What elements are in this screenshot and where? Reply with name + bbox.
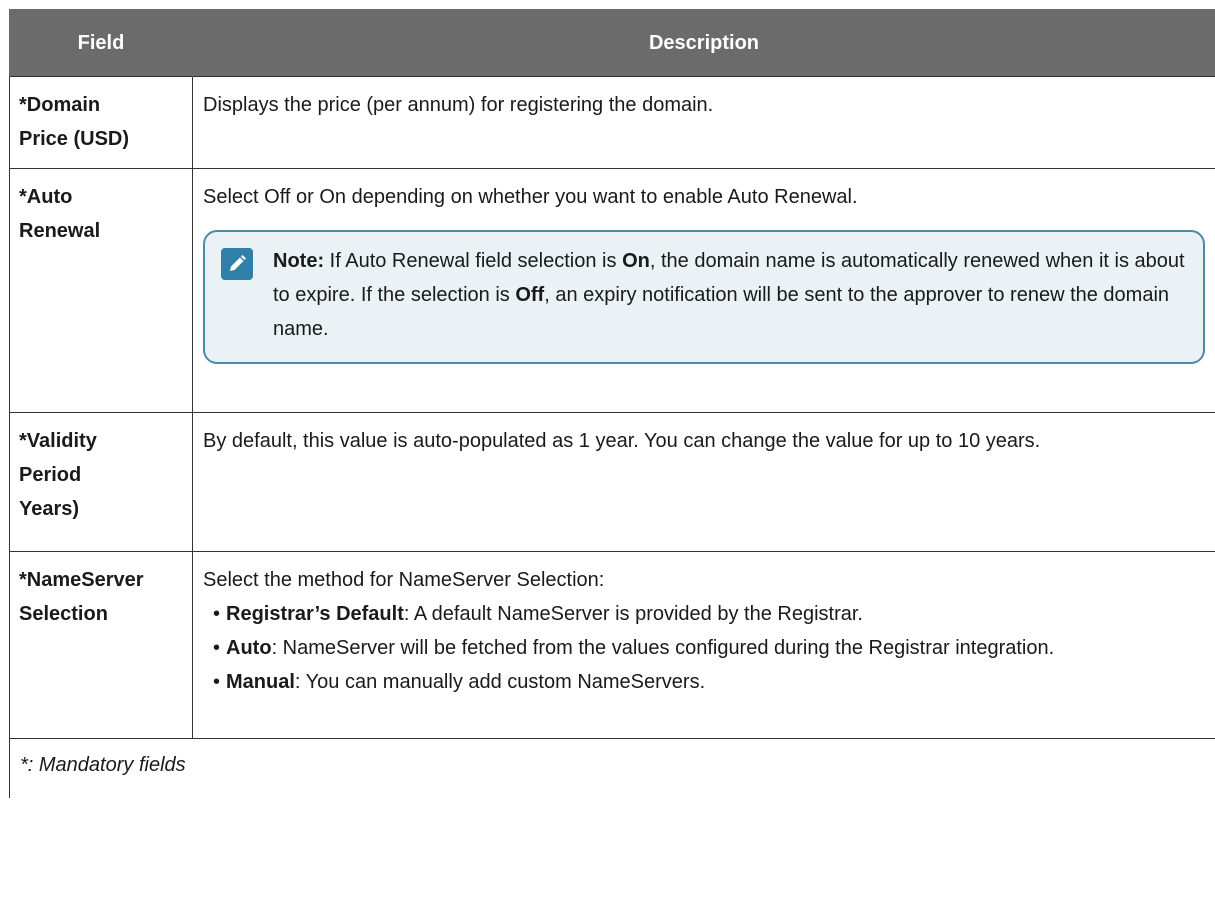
- field-name-line: Period: [19, 464, 82, 486]
- field-name-line: *Validity: [19, 430, 97, 452]
- option-text: : A default NameServer is provided by th…: [403, 603, 863, 625]
- note-label: Note:: [273, 250, 325, 272]
- table-row-nameserver-selection: *NameServer Selection Select the method …: [9, 551, 1215, 739]
- field-name-line: Price (USD): [19, 128, 130, 150]
- field-name-auto-renewal: *Auto Renewal: [9, 168, 193, 413]
- mandatory-fields-footnote: *: Mandatory fields: [9, 738, 1215, 798]
- table-row-domain-price: *Domain Price (USD) Displays the price (…: [9, 76, 1215, 169]
- table-footer-row: *: Mandatory fields: [9, 738, 1215, 798]
- field-name-domain-price: *Domain Price (USD): [9, 76, 193, 169]
- table-row-validity-period: *Validity Period Years) By default, this…: [9, 412, 1215, 552]
- list-item: Registrar’s Default: A default NameServe…: [203, 597, 1205, 631]
- field-name-line: Years): [19, 498, 80, 520]
- description-auto-renewal: Select Off or On depending on whether yo…: [192, 168, 1215, 413]
- option-term: Auto: [226, 637, 272, 659]
- field-name-validity-period: *Validity Period Years): [9, 412, 193, 552]
- description-text: Select the method for NameServer Selecti…: [203, 569, 605, 591]
- note-text: Note: If Auto Renewal field selection is…: [273, 244, 1187, 346]
- header-field: Field: [9, 9, 193, 77]
- option-text: : NameServer will be fetched from the va…: [271, 637, 1055, 659]
- list-item: Auto: NameServer will be fetched from th…: [203, 631, 1205, 665]
- fields-table: Field Description *Domain Price (USD) Di…: [9, 9, 1215, 798]
- nameserver-options-list: Registrar’s Default: A default NameServe…: [203, 597, 1205, 699]
- description-text: Displays the price (per annum) for regis…: [203, 94, 714, 116]
- table-row-auto-renewal: *Auto Renewal Select Off or On depending…: [9, 168, 1215, 413]
- description-domain-price: Displays the price (per annum) for regis…: [192, 76, 1215, 169]
- option-term: Registrar’s Default: [226, 603, 404, 625]
- option-term: Manual: [226, 671, 295, 693]
- description-text: By default, this value is auto-populated…: [203, 430, 1041, 452]
- table-header-row: Field Description: [9, 9, 1215, 77]
- header-description: Description: [192, 9, 1215, 77]
- field-name-line: Renewal: [19, 220, 101, 242]
- note-on-keyword: On: [622, 250, 650, 272]
- pencil-note-icon: [221, 248, 253, 280]
- note-callout: Note: If Auto Renewal field selection is…: [203, 230, 1205, 364]
- field-name-line: *Auto: [19, 186, 73, 208]
- note-off-keyword: Off: [515, 284, 545, 306]
- description-text: Select Off or On depending on whether yo…: [203, 186, 858, 208]
- field-name-line: *Domain: [19, 94, 101, 116]
- field-name-nameserver-selection: *NameServer Selection: [9, 551, 193, 739]
- field-name-line: Selection: [19, 603, 108, 625]
- note-text-part: If Auto Renewal field selection is: [324, 250, 623, 272]
- description-nameserver-selection: Select the method for NameServer Selecti…: [192, 551, 1215, 739]
- option-text: : You can manually add custom NameServer…: [294, 671, 706, 693]
- description-validity-period: By default, this value is auto-populated…: [192, 412, 1215, 552]
- list-item: Manual: You can manually add custom Name…: [203, 665, 1205, 699]
- field-name-line: *NameServer: [19, 569, 144, 591]
